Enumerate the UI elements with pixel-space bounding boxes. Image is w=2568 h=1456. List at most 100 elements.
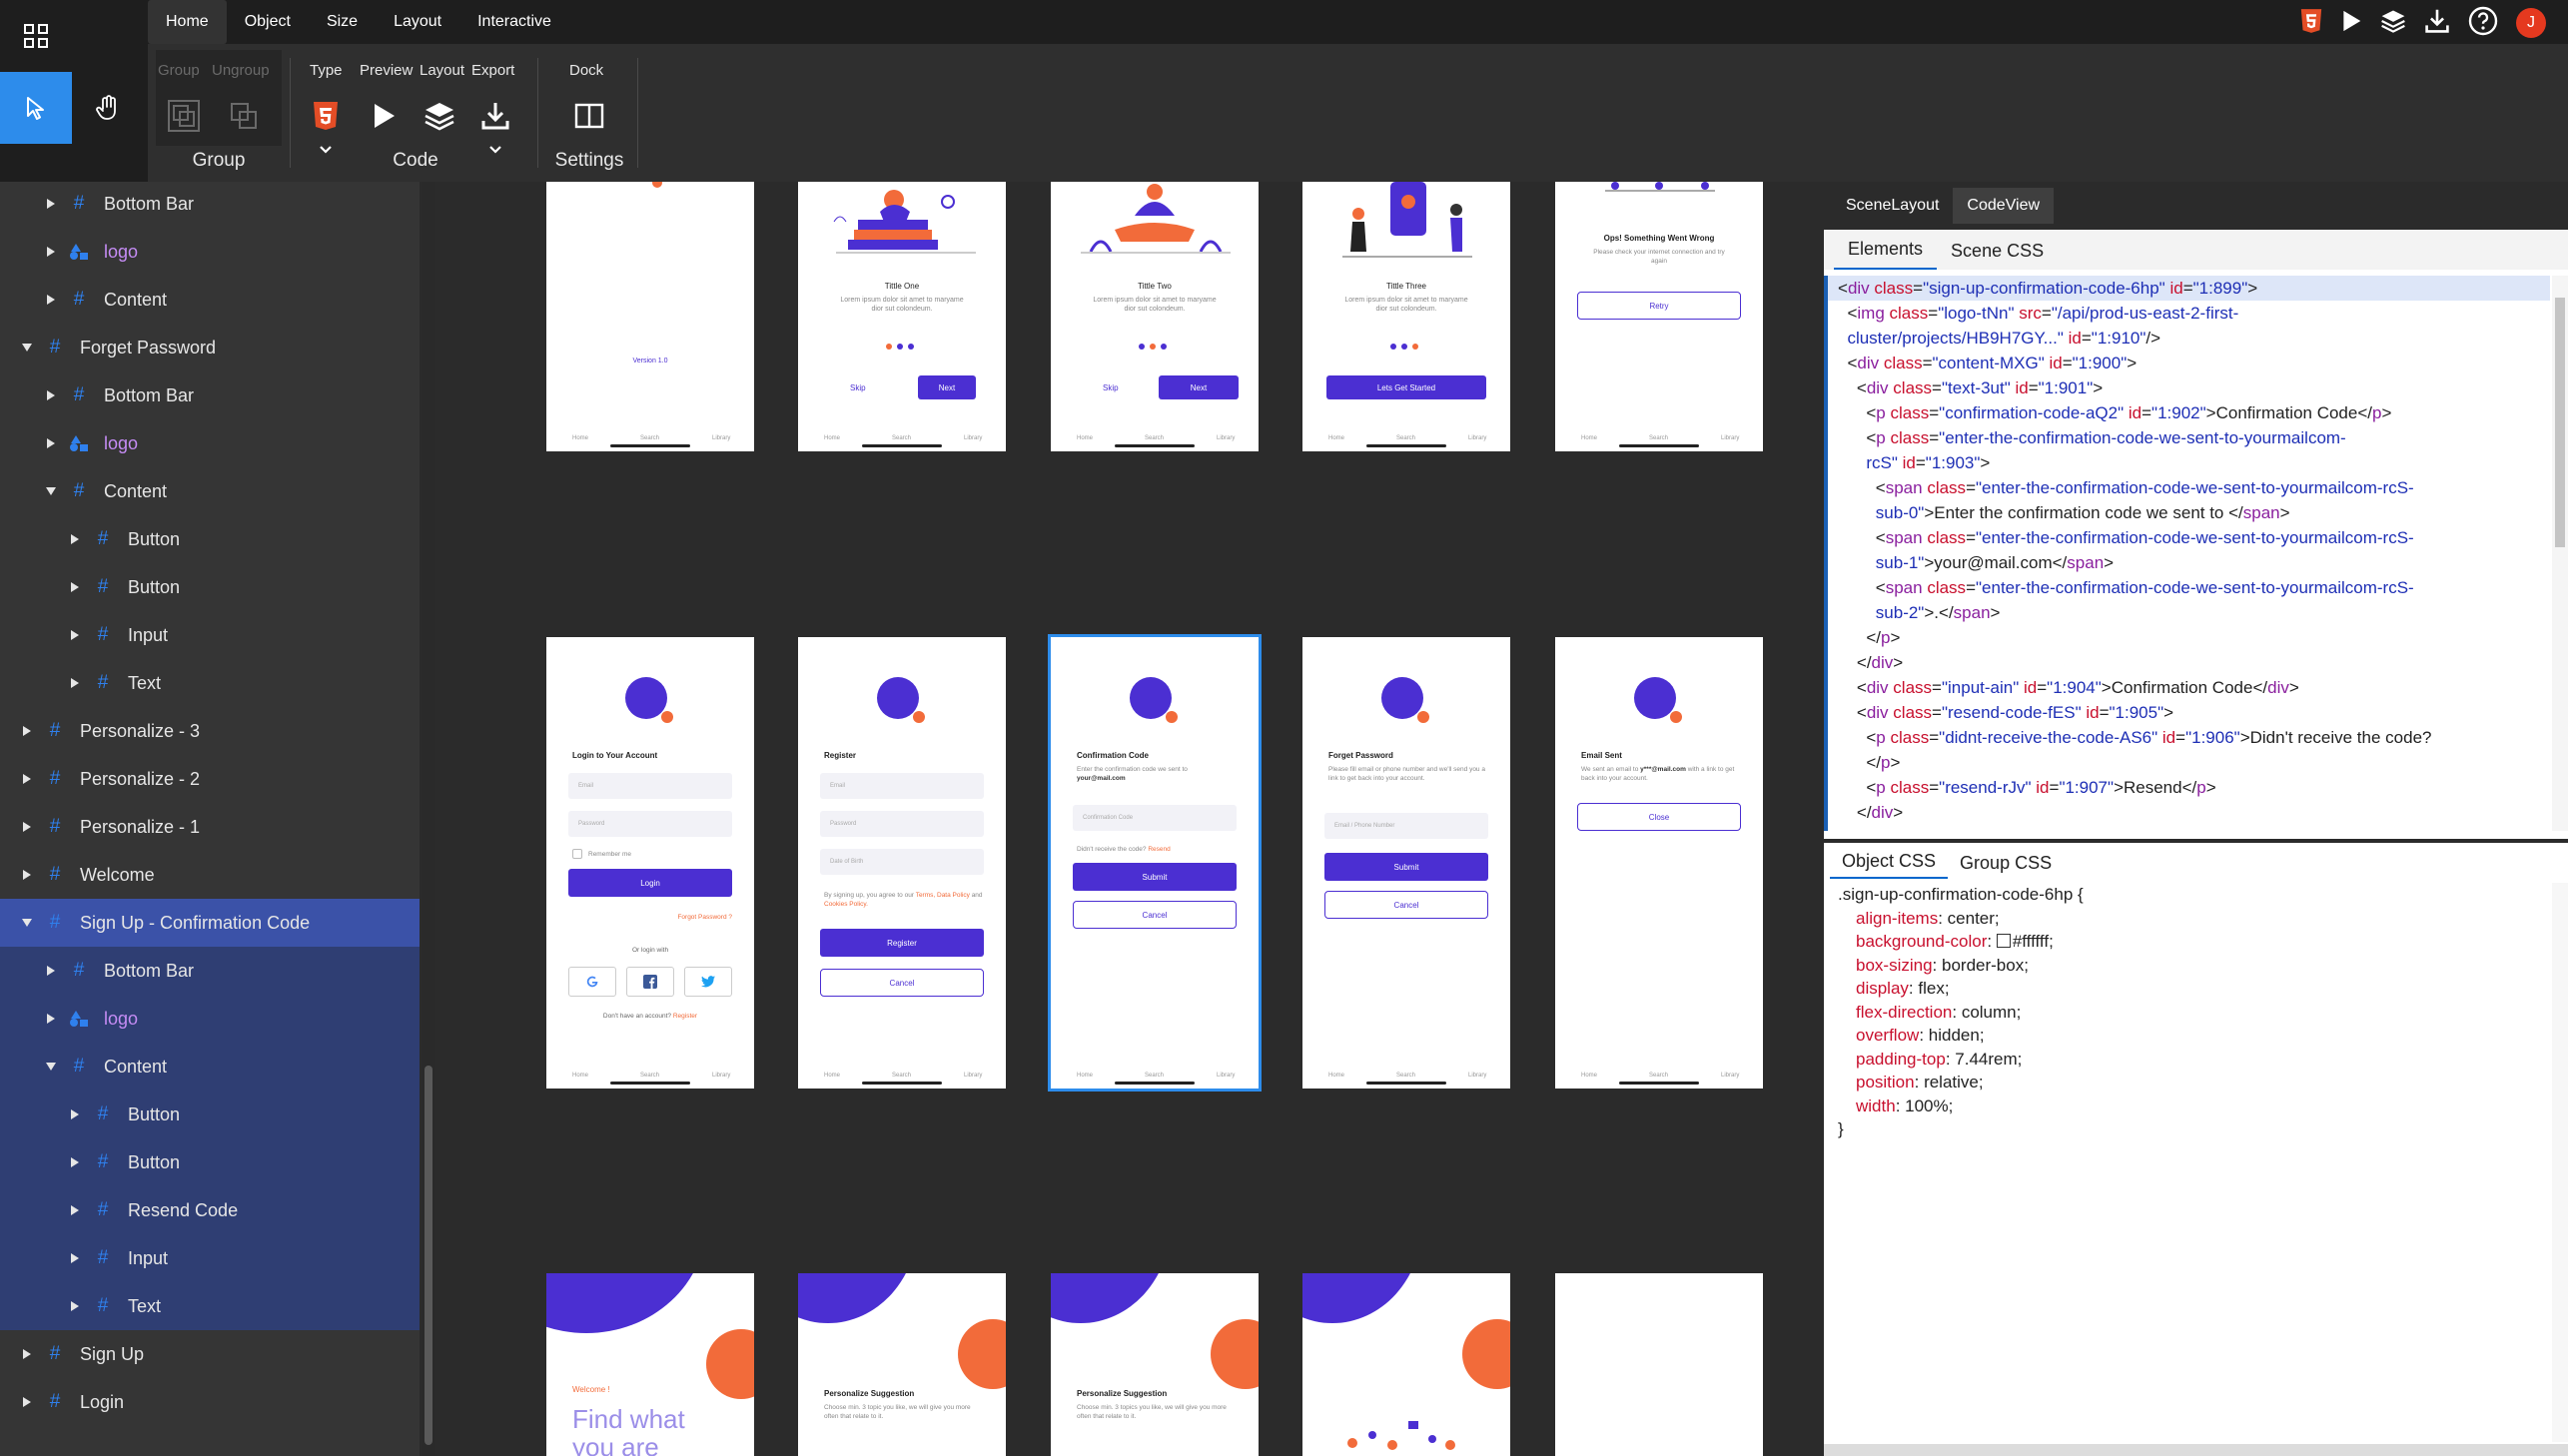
frame-personalize-1[interactable]: Personalize Suggestion Choose min. 3 top… [798,1273,1006,1456]
ungroup-icon[interactable] [224,96,264,136]
nav-library[interactable]: Library [1468,435,1486,441]
tree-row[interactable]: #Content [0,1043,420,1091]
resend-link[interactable]: Resend [1148,846,1170,853]
tree-row[interactable]: #Button [0,563,420,611]
confirmation-code-field[interactable]: Confirmation Code [1073,805,1237,831]
frame-login[interactable]: Login to Your Account Email Password Rem… [546,637,754,1089]
nav-search[interactable]: Search [892,1073,911,1079]
code-line[interactable]: sub-2">.</span> [1828,600,2550,625]
caret-down-icon[interactable] [44,484,58,498]
nav-library[interactable]: Library [712,1073,730,1079]
group-icon[interactable] [164,96,204,136]
tab-code-view[interactable]: CodeView [1953,188,2054,224]
code-line[interactable]: <div class="content-MXG" id="1:900"> [1828,351,2550,375]
caret-right-icon[interactable] [68,628,82,642]
tree-row[interactable]: #Forget Password [0,324,420,371]
nav-home[interactable]: Home [572,435,588,441]
help-icon[interactable] [2468,6,2498,41]
skip-link[interactable]: Skip [1103,383,1119,392]
email-phone-field[interactable]: Email / Phone Number [1324,813,1488,839]
retry-button[interactable]: Retry [1577,292,1741,320]
tab-scene-layout[interactable]: SceneLayout [1832,188,1953,224]
tree-row[interactable]: #Bottom Bar [0,182,420,228]
code-line[interactable]: </div> [1828,800,2550,825]
password-field[interactable]: Password [568,811,732,837]
design-canvas[interactable]: Version 1.0 HomeSearchLibrary Tittle One… [435,182,1824,1456]
nav-search[interactable]: Search [1145,1073,1164,1079]
dob-field[interactable]: Date of Birth [820,849,984,875]
css-rule[interactable]: position: relative; [1838,1071,2537,1094]
tab-interactive[interactable]: Interactive [459,0,569,44]
code-scrollbar[interactable] [2552,276,2568,831]
frame-forget-password[interactable]: Forget Password Please fill email or pho… [1302,637,1510,1089]
login-button[interactable]: Login [568,869,732,897]
register-link[interactable]: Register [673,1013,697,1020]
nav-home[interactable]: Home [1077,1073,1093,1079]
tree-row[interactable]: #Bottom Bar [0,947,420,995]
code-line[interactable]: <div class="text-3ut" id="1:901"> [1828,375,2550,400]
css-rule[interactable]: display: flex; [1838,977,2537,1001]
code-line[interactable]: <div class="sign-up-confirmation-code-6h… [1828,276,2550,301]
frame-confirmation-code[interactable]: Confirmation Code Enter the confirmation… [1051,637,1259,1089]
caret-right-icon[interactable] [20,772,34,786]
submit-button[interactable]: Submit [1073,863,1237,891]
frame-error[interactable]: Ops! Something Went Wrong Please check y… [1555,182,1763,451]
frame-onboarding-3[interactable]: Tittle Three Lorem ipsum dolor sit amet … [1302,182,1510,451]
apps-grid-icon[interactable] [0,0,72,72]
next-button[interactable]: Next [1159,375,1239,399]
hand-tool-button[interactable] [72,72,144,144]
css-rule[interactable]: background-color: #ffffff; [1838,930,2537,954]
nav-home[interactable]: Home [824,1073,840,1079]
tab-object-css[interactable]: Object CSS [1830,851,1948,879]
frame-welcome[interactable]: Welcome ! Find whatyou are [546,1273,754,1456]
nav-home[interactable]: Home [1581,1073,1597,1079]
caret-right-icon[interactable] [68,580,82,594]
nav-home[interactable]: Home [1581,435,1597,441]
frame-register[interactable]: Register Email Password Date of Birth By… [798,637,1006,1089]
caret-right-icon[interactable] [68,676,82,690]
code-line[interactable]: <span class="enter-the-confirmation-code… [1828,575,2550,600]
horizontal-scrollbar[interactable] [1824,1444,2568,1456]
remember-checkbox[interactable] [572,849,582,859]
css-rule[interactable]: box-sizing: border-box; [1838,954,2537,978]
tree-row[interactable]: #Button [0,1138,420,1186]
skip-link[interactable]: Skip [850,383,866,392]
tab-layout[interactable]: Layout [376,0,459,44]
preview-play-icon[interactable] [2340,8,2362,39]
tab-object[interactable]: Object [227,0,309,44]
code-line[interactable]: <div class="input-ain" id="1:904">Confir… [1828,675,2550,700]
forgot-password-link[interactable]: Forgot Password ? [656,913,732,922]
frame-personalize-2[interactable]: Personalize Suggestion Choose min. 3 top… [1051,1273,1259,1456]
lets-get-started-button[interactable]: Lets Get Started [1326,375,1486,399]
code-line[interactable]: <p class="confirmation-code-aQ2" id="1:9… [1828,400,2550,425]
caret-down-icon[interactable] [44,1060,58,1074]
code-line[interactable]: <span class="enter-the-confirmation-code… [1828,525,2550,550]
code-line[interactable]: <span class="enter-the-confirmation-code… [1828,475,2550,500]
download-icon[interactable] [2424,8,2450,39]
nav-library[interactable]: Library [1721,435,1739,441]
layers-icon[interactable] [420,96,459,136]
tab-home[interactable]: Home [148,0,227,44]
css-rule[interactable]: padding-top: 7.44rem; [1838,1048,2537,1072]
caret-right-icon[interactable] [44,388,58,402]
frame-email-sent[interactable]: Email Sent We sent an email to y***@mail… [1555,637,1763,1089]
tree-row[interactable]: #Personalize - 3 [0,707,420,755]
cancel-button[interactable]: Cancel [820,969,984,997]
tree-row[interactable]: logo [0,228,420,276]
css-rule[interactable]: overflow: hidden; [1838,1024,2537,1048]
register-button[interactable]: Register [820,929,984,957]
nav-library[interactable]: Library [1217,435,1235,441]
caret-right-icon[interactable] [68,1299,82,1313]
nav-library[interactable]: Library [712,435,730,441]
nav-search[interactable]: Search [1396,1073,1415,1079]
css-code-view[interactable]: .sign-up-confirmation-code-6hp { align-i… [1838,883,2537,1141]
preview-play-icon[interactable] [364,96,404,136]
code-line[interactable]: <p class="resend-rJv" id="1:907">Resend<… [1828,775,2550,800]
caret-right-icon[interactable] [44,245,58,259]
caret-right-icon[interactable] [44,1012,58,1026]
caret-right-icon[interactable] [68,1251,82,1265]
frame-personalize-3[interactable] [1302,1273,1510,1456]
tree-row[interactable]: logo [0,419,420,467]
caret-right-icon[interactable] [44,436,58,450]
twitter-login-button[interactable] [684,967,732,997]
